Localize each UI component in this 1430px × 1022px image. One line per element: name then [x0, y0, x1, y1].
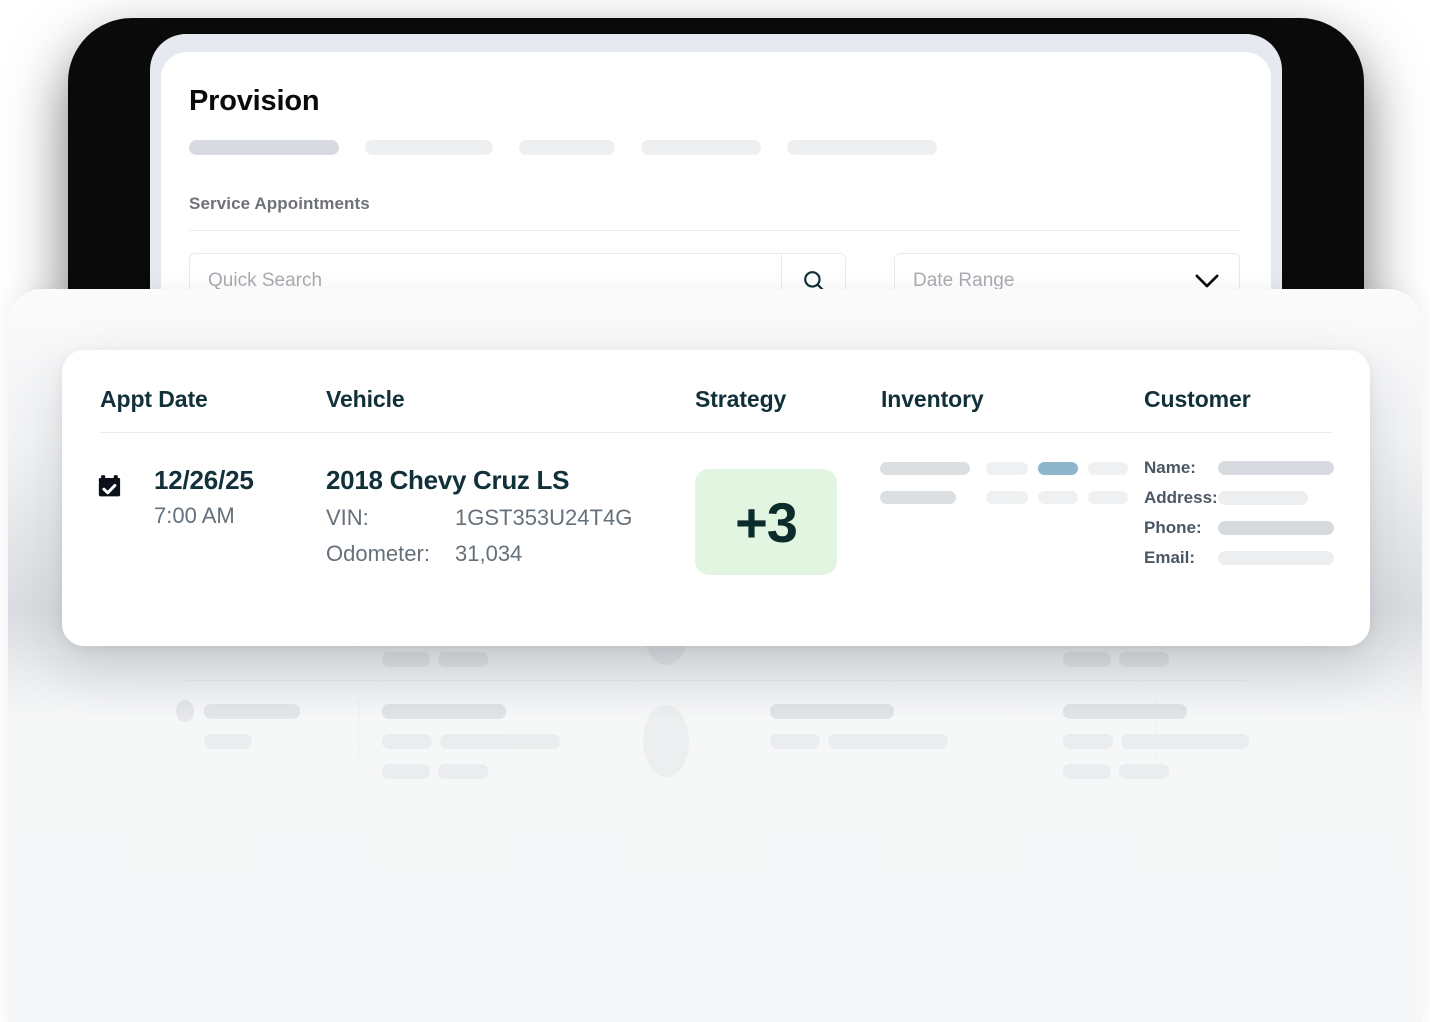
vehicle-title: 2018 Chevy Cruz LS [326, 465, 570, 495]
column-header-divider [100, 432, 1332, 433]
inventory-placeholder-group [880, 462, 1128, 522]
customer-label-email: Email: [1144, 548, 1196, 567]
skeleton-block [438, 652, 488, 667]
customer-value-placeholder-email [1218, 551, 1334, 565]
skeleton-block [770, 734, 820, 749]
skeleton-block [382, 764, 430, 779]
skeleton-block [440, 734, 560, 749]
skeleton-block [382, 652, 430, 667]
skeleton-column-divider [358, 699, 359, 759]
inventory-pill-1 [880, 462, 970, 475]
inventory-pill-3 [1038, 462, 1078, 475]
inventory-pill-4 [1088, 462, 1128, 475]
skeleton-row-4 [170, 691, 1260, 799]
skeleton-block [1119, 652, 1169, 667]
odometer-value: 31,034 [455, 541, 523, 566]
nav-pill-3[interactable] [519, 140, 615, 155]
skeleton-block [1063, 764, 1111, 779]
chevron-down-icon [1195, 274, 1219, 288]
nav-pill-bar [189, 140, 963, 155]
skeleton-block [1121, 734, 1249, 749]
inventory-pill-5 [880, 491, 956, 504]
vin-label: VIN: [326, 505, 369, 530]
customer-value-placeholder-phone [1218, 521, 1334, 535]
customer-label-address: Address: [1144, 488, 1218, 507]
skeleton-block [382, 704, 506, 719]
table-column-headers: Appt Date Vehicle Strategy Inventory Custome… [100, 386, 1332, 436]
strategy-count-badge[interactable]: +3 [695, 469, 837, 575]
skeleton-block [1063, 734, 1113, 749]
appointment-time: 7:00 AM [154, 503, 235, 528]
column-header-customer: Customer [1144, 386, 1251, 412]
calendar-check-icon [98, 472, 132, 511]
column-header-appt_date: Appt Date [100, 386, 208, 412]
skeleton-block [438, 764, 488, 779]
column-header-inventory: Inventory [881, 386, 984, 412]
nav-pill-1[interactable] [189, 140, 339, 155]
skeleton-block [770, 704, 894, 719]
inventory-pill-8 [1088, 491, 1128, 504]
section-divider [189, 230, 1241, 231]
skeleton-strategy-badge [643, 705, 689, 777]
inventory-pill-2 [986, 462, 1028, 475]
skeleton-row-divider [186, 680, 1246, 681]
skeleton-block [1063, 652, 1111, 667]
skeleton-block [828, 734, 948, 749]
skeleton-block [382, 734, 432, 749]
skeleton-block [1063, 704, 1187, 719]
customer-value-placeholder-name [1218, 461, 1334, 475]
appointment-detail-card: Appt Date Vehicle Strategy Inventory Custome… [62, 350, 1370, 646]
skeleton-avatar [176, 700, 194, 722]
nav-pill-2[interactable] [365, 140, 493, 155]
appointment-date: 12/26/25 [154, 465, 254, 495]
customer-value-placeholder-address [1218, 491, 1308, 505]
vin-value: 1GST353U24T4G [455, 505, 633, 530]
column-header-vehicle: Vehicle [326, 386, 405, 412]
skeleton-block [204, 704, 300, 719]
screenshot-stage: Provision Service Appointments Date Rang… [0, 0, 1430, 1022]
page-title: Provision [189, 85, 320, 117]
nav-pill-5[interactable] [787, 140, 937, 155]
column-header-strategy: Strategy [695, 386, 787, 412]
skeleton-block [1119, 764, 1169, 779]
customer-label-phone: Phone: [1144, 518, 1202, 537]
section-heading: Service Appointments [189, 194, 370, 213]
inventory-pill-6 [986, 491, 1028, 504]
nav-pill-4[interactable] [641, 140, 761, 155]
odometer-label: Odometer: [326, 541, 430, 566]
customer-label-name: Name: [1144, 458, 1196, 477]
skeleton-block [204, 734, 252, 749]
inventory-pill-7 [1038, 491, 1078, 504]
